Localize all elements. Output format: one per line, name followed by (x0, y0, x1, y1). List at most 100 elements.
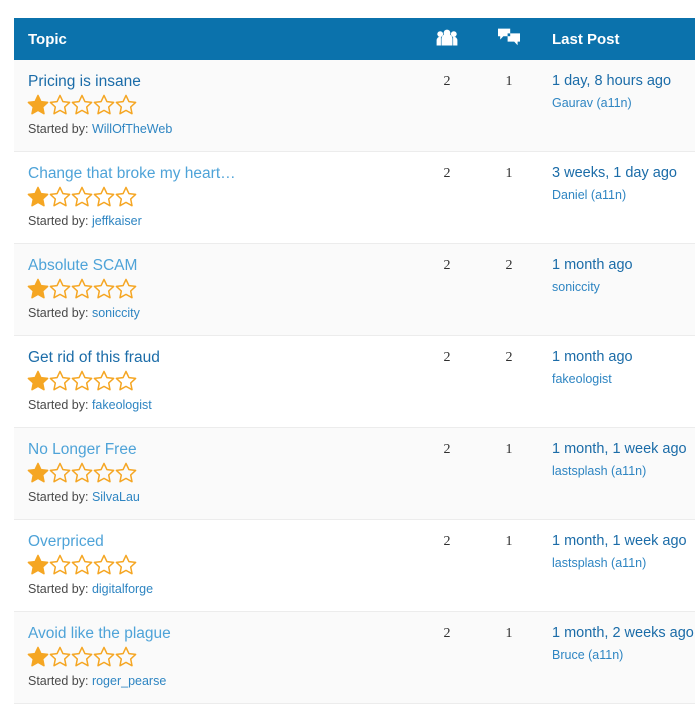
last-post-user-link[interactable]: Daniel (a11n) (552, 188, 695, 203)
star-empty-icon (71, 462, 93, 483)
star-empty-icon (93, 94, 115, 115)
column-header-last-post[interactable]: Last Post (540, 18, 695, 60)
last-post-user-link[interactable]: Bruce (a11n) (552, 648, 695, 663)
star-empty-icon (93, 278, 115, 299)
last-post-time-link[interactable]: 3 weeks, 1 day ago (552, 165, 695, 182)
star-empty-icon (71, 278, 93, 299)
star-empty-icon (49, 278, 71, 299)
table-row[interactable]: Overpriced Started by: digitalforge 2 1 1 mo… (14, 519, 695, 612)
last-post-user-link[interactable]: Gaurav (a11n) (552, 96, 695, 111)
star-empty-icon (71, 94, 93, 115)
last-post-cell: 1 month ago soniccity (540, 244, 695, 336)
star-empty-icon (71, 370, 93, 391)
star-empty-icon (71, 646, 93, 667)
star-filled-icon (27, 94, 49, 115)
replies-count: 2 (505, 350, 513, 365)
topic-title-link[interactable]: Get rid of this fraud (28, 349, 406, 367)
topic-title-link[interactable]: Overpriced (28, 533, 406, 551)
topic-title-link[interactable]: Pricing is insane (28, 73, 406, 91)
star-filled-icon (27, 646, 49, 667)
star-filled-icon (27, 462, 49, 483)
started-by: Started by: digitalforge (28, 582, 406, 597)
last-post-user-link[interactable]: soniccity (552, 280, 695, 295)
column-header-topic[interactable]: Topic (14, 18, 416, 60)
star-empty-icon (49, 186, 71, 207)
started-by: Started by: jeffkaiser (28, 214, 406, 229)
table-row[interactable]: Absolute SCAM Started by: soniccity 2 2 1 mo… (14, 243, 695, 336)
started-by: Started by: fakeologist (28, 398, 406, 413)
table-header-row: Topic Last Post (14, 18, 695, 60)
star-filled-icon (27, 554, 49, 575)
voices-count: 2 (443, 534, 451, 549)
column-header-replies[interactable] (478, 18, 540, 60)
started-by: Started by: SilvaLau (28, 490, 406, 505)
voices-count: 2 (443, 74, 451, 89)
star-empty-icon (93, 646, 115, 667)
last-post-time-link[interactable]: 1 month, 1 week ago (552, 441, 695, 458)
column-header-last-post-label: Last Post (552, 30, 620, 48)
star-filled-icon (27, 370, 49, 391)
rating-stars (27, 554, 406, 575)
replies-count: 2 (505, 258, 513, 273)
started-by-author-link[interactable]: roger_pearse (92, 674, 166, 688)
last-post-time-link[interactable]: 1 month, 1 week ago (552, 533, 695, 550)
voices-count: 2 (443, 350, 451, 365)
started-by-author-link[interactable]: fakeologist (92, 398, 152, 412)
last-post-cell: 1 month ago fakeologist (540, 336, 695, 428)
rating-stars (27, 94, 406, 115)
started-by-label: Started by: (28, 490, 89, 504)
table-row[interactable]: Change that broke my heart… Started by: j… (14, 151, 695, 244)
topic-title-link[interactable]: Avoid like the plague (28, 625, 406, 643)
voices-count: 2 (443, 258, 451, 273)
last-post-time-link[interactable]: 1 month ago (552, 349, 695, 366)
last-post-time-link[interactable]: 1 month, 2 weeks ago (552, 625, 695, 642)
table-row[interactable]: No Longer Free Started by: SilvaLau 2 1 1 mo… (14, 427, 695, 520)
last-post-time-link[interactable]: 1 month ago (552, 257, 695, 274)
last-post-cell: 3 weeks, 1 day ago Daniel (a11n) (540, 152, 695, 244)
topic-cell: Avoid like the plague Started by: roger_p… (14, 612, 416, 704)
star-empty-icon (71, 554, 93, 575)
topic-title-link[interactable]: No Longer Free (28, 441, 406, 459)
star-empty-icon (71, 186, 93, 207)
last-post-user-link[interactable]: lastsplash (a11n) (552, 464, 695, 479)
table-row[interactable]: Get rid of this fraud Started by: fakeolo… (14, 335, 695, 428)
last-post-user-link[interactable]: fakeologist (552, 372, 695, 387)
topics-table: Topic Last Post Pricing is insane Starte… (14, 18, 695, 704)
replies-count: 1 (505, 626, 513, 641)
started-by-author-link[interactable]: SilvaLau (92, 490, 140, 504)
voices-count: 2 (443, 166, 451, 181)
rating-stars (27, 186, 406, 207)
column-header-topic-label: Topic (28, 30, 67, 48)
started-by-label: Started by: (28, 398, 89, 412)
star-empty-icon (115, 278, 137, 299)
replies-count: 1 (505, 442, 513, 457)
last-post-time-link[interactable]: 1 day, 8 hours ago (552, 73, 695, 90)
table-body: Pricing is insane Started by: WillOfTheWe… (14, 60, 695, 704)
topic-title-link[interactable]: Absolute SCAM (28, 257, 406, 275)
column-header-voices[interactable] (416, 18, 478, 60)
last-post-cell: 1 month, 1 week ago lastsplash (a11n) (540, 428, 695, 520)
last-post-cell: 1 month, 2 weeks ago Bruce (a11n) (540, 612, 695, 704)
last-post-cell: 1 day, 8 hours ago Gaurav (a11n) (540, 60, 695, 152)
started-by-author-link[interactable]: digitalforge (92, 582, 153, 596)
replies-count: 1 (505, 74, 513, 89)
speech-bubbles-icon (497, 28, 521, 46)
star-filled-icon (27, 186, 49, 207)
topic-cell: Pricing is insane Started by: WillOfTheWe… (14, 60, 416, 152)
started-by-author-link[interactable]: WillOfTheWeb (92, 122, 172, 136)
started-by-author-link[interactable]: jeffkaiser (92, 214, 142, 228)
rating-stars (27, 370, 406, 391)
last-post-cell: 1 month, 1 week ago lastsplash (a11n) (540, 520, 695, 612)
star-empty-icon (115, 462, 137, 483)
table-row[interactable]: Pricing is insane Started by: WillOfTheWe… (14, 60, 695, 152)
star-empty-icon (93, 370, 115, 391)
last-post-user-link[interactable]: lastsplash (a11n) (552, 556, 695, 571)
star-empty-icon (49, 646, 71, 667)
table-row[interactable]: Avoid like the plague Started by: roger_p… (14, 611, 695, 704)
replies-count: 1 (505, 534, 513, 549)
started-by: Started by: soniccity (28, 306, 406, 321)
topic-title-link[interactable]: Change that broke my heart… (28, 165, 406, 183)
started-by-author-link[interactable]: soniccity (92, 306, 140, 320)
voices-count: 2 (443, 626, 451, 641)
started-by-label: Started by: (28, 306, 89, 320)
